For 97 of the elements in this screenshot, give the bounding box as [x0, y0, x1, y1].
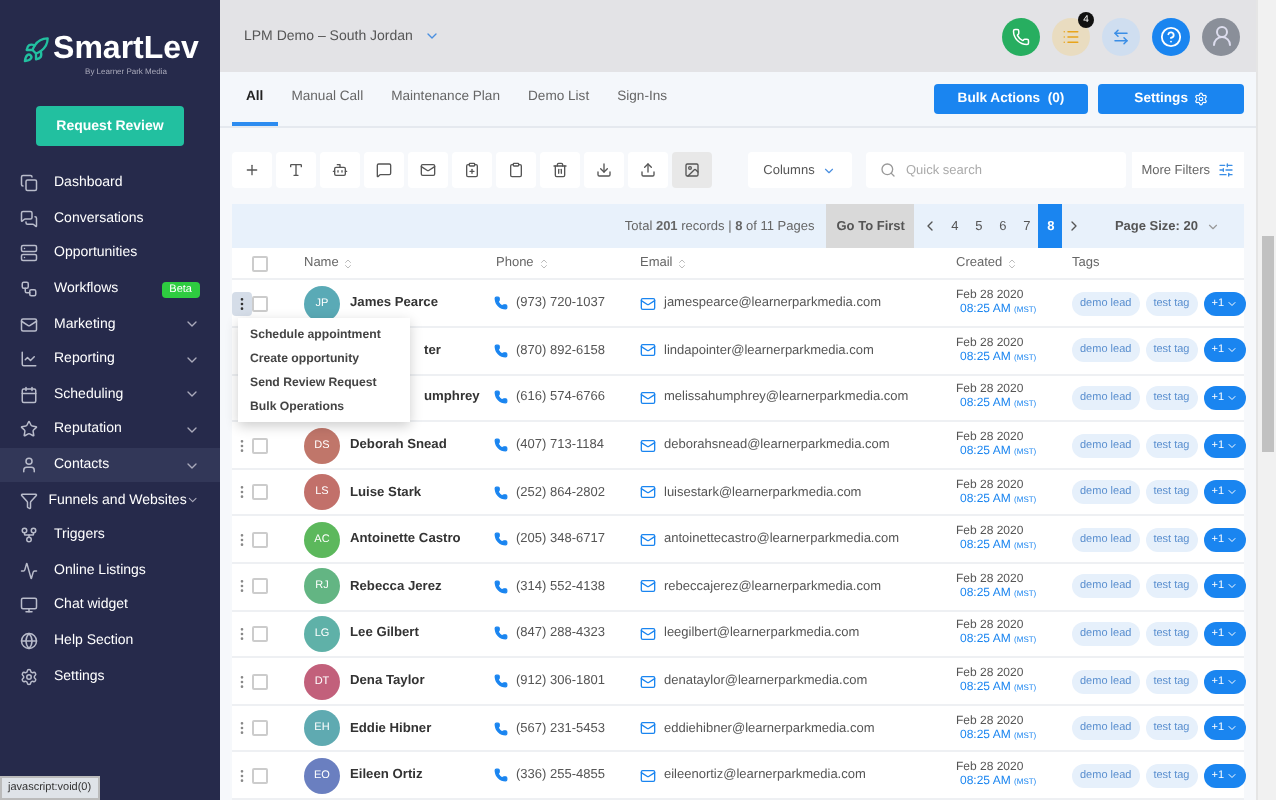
checkbox[interactable]	[252, 531, 268, 548]
text-icon	[288, 162, 304, 178]
image-button[interactable]	[672, 152, 712, 188]
phone-icon	[494, 768, 508, 783]
line-chart-icon	[20, 350, 38, 369]
mail-icon	[640, 720, 656, 737]
copy-icon	[20, 174, 38, 193]
mail-icon	[640, 437, 656, 454]
rocket-icon	[21, 36, 50, 64]
switch-button[interactable]	[1102, 17, 1140, 55]
caret-icon	[1226, 627, 1239, 640]
phone-icon	[494, 532, 508, 547]
phone-icon	[494, 438, 508, 453]
search-icon	[880, 162, 896, 178]
swap-arrows-icon	[1112, 27, 1130, 45]
caret-icon	[1206, 219, 1220, 233]
phone-button[interactable]	[1002, 17, 1040, 55]
phone-icon	[494, 296, 508, 311]
upload-icon	[640, 162, 656, 178]
list-icon	[1062, 27, 1080, 45]
logo: SmartLev	[53, 32, 199, 68]
help-icon	[1160, 25, 1182, 47]
stack-icon	[20, 244, 38, 263]
clipboard-plus-icon	[464, 162, 480, 178]
caret-icon	[1226, 297, 1239, 310]
clipboard-plus-button[interactable]	[452, 152, 492, 188]
trash-icon	[552, 162, 568, 178]
mail-icon	[640, 625, 656, 642]
checkbox[interactable]	[252, 295, 268, 312]
caret-icon	[1226, 486, 1239, 499]
message-icon	[376, 162, 392, 178]
mail-icon	[640, 389, 656, 406]
clipboard-icon	[508, 162, 524, 178]
star-icon	[20, 420, 38, 439]
download-button[interactable]	[584, 152, 624, 188]
sliders-icon	[1218, 162, 1234, 178]
add-icon	[244, 162, 260, 178]
mail-icon	[420, 162, 436, 178]
mail-icon	[640, 484, 656, 501]
phone-icon	[494, 626, 508, 641]
checkbox[interactable]	[252, 255, 268, 272]
checkbox[interactable]	[252, 673, 268, 690]
checkbox[interactable]	[252, 720, 268, 737]
settings-icon	[20, 667, 38, 686]
caret-icon	[1226, 675, 1239, 688]
checkbox[interactable]	[252, 578, 268, 595]
chevron-icon[interactable]	[424, 28, 441, 44]
mail-icon	[640, 342, 656, 359]
download-icon	[596, 162, 612, 178]
caret-icon	[1226, 580, 1239, 593]
mail-icon	[20, 315, 38, 334]
caret-icon	[1226, 722, 1239, 735]
more-icon[interactable]	[232, 291, 252, 316]
person-icon	[20, 456, 38, 475]
workflow-icon	[20, 280, 38, 299]
chevron-icon	[822, 163, 837, 177]
mail-icon	[640, 673, 656, 690]
phone-icon	[494, 390, 508, 405]
mail-icon	[640, 531, 656, 548]
globe-icon	[20, 632, 38, 651]
settings-icon	[1194, 92, 1208, 106]
calendar-icon	[20, 385, 38, 404]
caret-icon	[1226, 391, 1239, 404]
monitor-icon	[20, 596, 38, 615]
phone-icon	[494, 579, 508, 594]
caret-icon	[1226, 769, 1239, 782]
trash-button[interactable]	[540, 152, 580, 188]
pulse-icon	[20, 561, 38, 580]
mail-icon	[640, 578, 656, 595]
add-button[interactable]	[232, 152, 272, 188]
avatar-icon[interactable]	[1202, 17, 1240, 55]
phone-icon	[494, 674, 508, 689]
phone-icon	[494, 343, 508, 358]
phone-icon	[1012, 27, 1030, 45]
mail-icon	[640, 295, 656, 312]
image-icon	[684, 162, 700, 178]
checkbox[interactable]	[252, 625, 268, 642]
checkbox[interactable]	[252, 767, 268, 784]
upload-button[interactable]	[628, 152, 668, 188]
clipboard-button[interactable]	[496, 152, 536, 188]
help-button[interactable]	[1152, 17, 1190, 55]
robot-button[interactable]	[320, 152, 360, 188]
phone-icon	[494, 721, 508, 736]
branch-icon	[20, 526, 38, 545]
message-button[interactable]	[364, 152, 404, 188]
caret-icon	[1226, 344, 1239, 357]
robot-icon	[332, 162, 348, 178]
mail-button[interactable]	[408, 152, 448, 188]
mail-icon	[640, 767, 656, 784]
phone-icon	[494, 485, 508, 500]
caret-icon	[1226, 439, 1239, 452]
caret-icon	[1226, 533, 1239, 546]
chat-bubbles-icon	[20, 209, 38, 228]
checkbox[interactable]	[252, 437, 268, 454]
text-button[interactable]	[276, 152, 316, 188]
funnel-icon	[20, 491, 38, 510]
checkbox[interactable]	[252, 484, 268, 501]
